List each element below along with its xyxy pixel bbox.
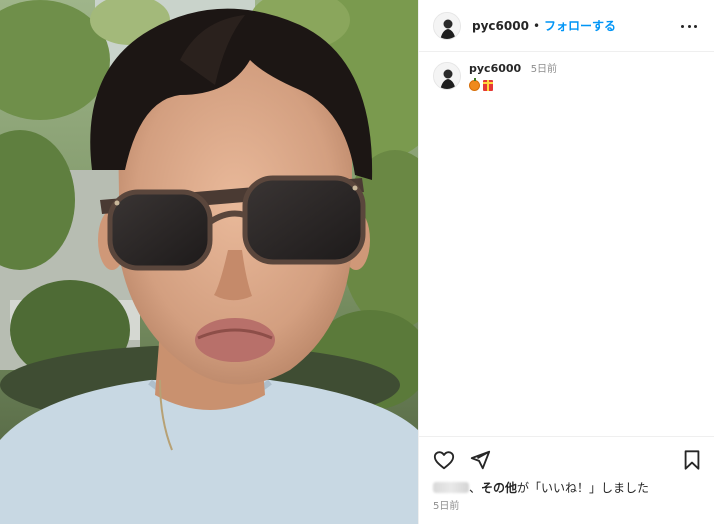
post-dialog: pyc6000 • フォローする pyc6000 5日前 、 その他 が「いいね… bbox=[0, 0, 714, 524]
likes-separator: 、 bbox=[469, 481, 482, 495]
caption-avatar-image bbox=[434, 63, 460, 89]
more-dot bbox=[681, 24, 684, 28]
follow-button[interactable]: フォローする bbox=[544, 17, 616, 34]
pumpkin-emoji-icon bbox=[469, 78, 480, 91]
likes-suffix: が「いいね！」しました bbox=[517, 481, 650, 495]
more-dot bbox=[694, 24, 697, 28]
bookmark-icon[interactable] bbox=[681, 449, 703, 471]
post-caption: pyc6000 5日前 bbox=[433, 62, 557, 91]
header-separator: • bbox=[532, 18, 541, 33]
likes-others-link[interactable]: その他 bbox=[481, 479, 517, 496]
caption-username[interactable]: pyc6000 bbox=[469, 62, 521, 75]
post-header: pyc6000 • フォローする bbox=[419, 0, 714, 52]
action-bar bbox=[433, 449, 703, 471]
post-photo[interactable] bbox=[0, 0, 418, 524]
share-icon[interactable] bbox=[469, 449, 491, 471]
caption-emojis bbox=[469, 78, 557, 91]
likes-summary: 、 その他 が「いいね！」しました bbox=[433, 479, 649, 496]
caption-avatar[interactable] bbox=[433, 62, 461, 90]
blurred-liker-name[interactable] bbox=[433, 482, 469, 493]
caption-text: pyc6000 5日前 bbox=[469, 62, 557, 91]
gift-emoji-icon bbox=[483, 80, 493, 91]
post-date[interactable]: 5日前 bbox=[433, 497, 459, 512]
post-side-panel: pyc6000 • フォローする pyc6000 5日前 、 その他 が「いいね… bbox=[418, 0, 714, 524]
avatar[interactable] bbox=[433, 11, 461, 40]
heart-icon[interactable] bbox=[433, 449, 455, 471]
post-footer: 、 その他 が「いいね！」しました 5日前 bbox=[419, 436, 714, 524]
more-dot bbox=[687, 24, 691, 28]
header-username[interactable]: pyc6000 bbox=[472, 19, 529, 33]
more-horizontal-icon[interactable] bbox=[681, 18, 697, 34]
avatar-image bbox=[434, 12, 460, 39]
selfie-image bbox=[0, 0, 418, 524]
caption-time[interactable]: 5日前 bbox=[531, 64, 557, 75]
